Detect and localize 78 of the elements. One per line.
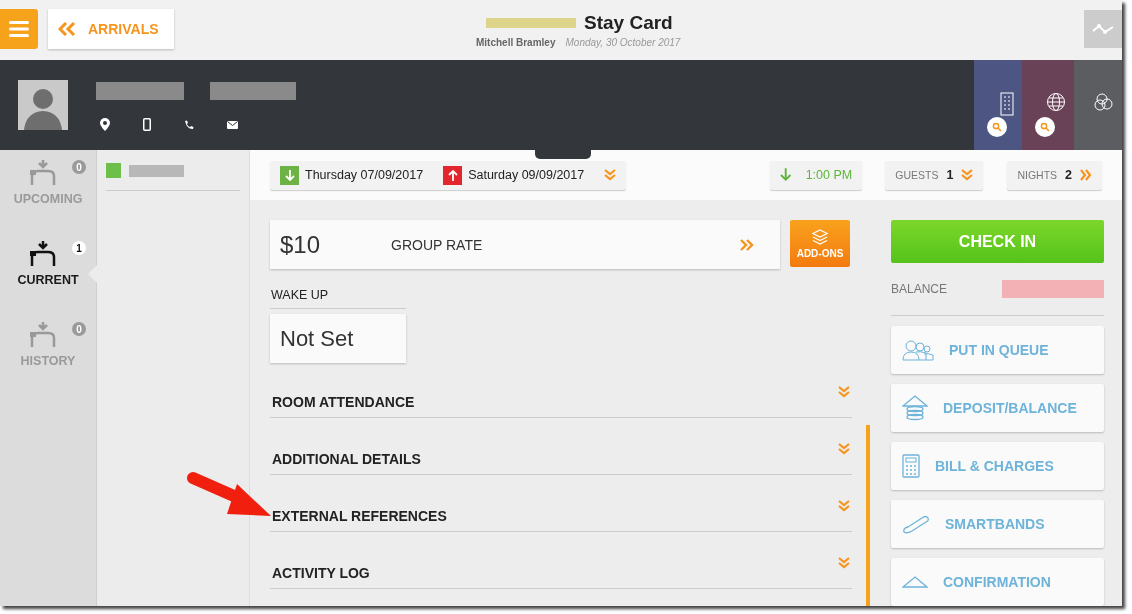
nights-button[interactable]: NIGHTS 2 [1007,160,1102,190]
rate-name: GROUP RATE [391,236,484,253]
nav-tab[interactable]: 1 CURRENT [0,231,96,312]
wake-up-field[interactable]: Not Set [270,314,406,363]
bed-icon [29,322,57,348]
departure-date: Saturday 09/09/2017 [468,168,585,182]
user-name: Mitchell Bramley [476,37,556,48]
expand-icon [961,169,974,181]
section-title: ADDITIONAL DETAILS [272,451,421,467]
section-header[interactable]: ADDITIONAL DETAILS [270,418,852,475]
action-button[interactable]: DEPOSIT/BALANCE [891,384,1104,432]
add-ons-button[interactable]: ADD-ONS [790,220,850,267]
departure-icon [443,165,463,185]
avatar-silhouette [18,80,68,130]
nav-label: CURRENT [17,273,79,287]
count-badge: 1 [72,241,86,255]
mail-icon[interactable] [227,120,238,129]
check-in-button[interactable]: CHECK IN [891,220,1104,264]
search-icon[interactable] [1035,117,1055,137]
down-arrow-icon [780,168,792,182]
section-title: ROOM ATTENDANCE [272,394,415,410]
double-chevron-left-icon [58,22,76,36]
bed-icon [29,160,57,186]
coins-icon [902,395,928,421]
forward-icon [740,238,754,251]
status-square [106,163,121,178]
menu-icon [9,20,29,38]
expand-icon [838,386,850,398]
line-graph-icon [1092,23,1114,35]
section-title: EXTERNAL REFERENCES [272,508,447,524]
triangle-icon [902,576,928,588]
balance-label: BALANCE [891,282,948,297]
bed-icon [29,241,57,267]
action-button[interactable]: BILL & CHARGES [891,442,1104,490]
globe-tab[interactable] [1022,60,1074,150]
date-text: Monday, 30 October 2017 [565,37,681,48]
building-icon [1000,92,1014,116]
band-icon [902,514,930,534]
calculator-icon [902,454,920,478]
nav-label: UPCOMING [13,192,83,206]
phone-icon[interactable] [184,119,194,130]
guests-button[interactable]: GUESTS 1 [885,160,984,190]
people-icon [902,339,934,361]
search-icon[interactable] [987,117,1007,137]
location-pin-icon[interactable] [100,118,110,131]
count-badge: 0 [72,322,86,336]
nav-tab[interactable]: 0 UPCOMING [0,150,96,231]
page-title: Stay Card [584,12,673,34]
action-button[interactable]: SMARTBANDS [891,500,1104,548]
expand-icon [838,557,850,569]
mobile-phone-icon[interactable] [143,118,151,131]
layers-icon [812,228,828,245]
building-tab[interactable] [974,60,1022,150]
globe-icon [1046,92,1066,112]
section-header[interactable]: ACTIVITY LOG [270,532,852,589]
arrival-date: Thursday 07/09/2017 [305,168,424,182]
expand-icon [604,169,617,181]
expand-icon [838,443,850,455]
rate-amount: $10 [280,230,322,259]
action-button[interactable]: PUT IN QUEUE [891,326,1104,374]
section-header[interactable]: EXTERNAL REFERENCES [270,475,852,532]
wake-up-label: WAKE UP [270,269,406,309]
action-button[interactable]: CONFIRMATION [891,558,1104,606]
circles-icon [1094,92,1114,112]
count-badge: 0 [72,160,86,174]
nav-tab[interactable]: 0 HISTORY [0,312,96,393]
section-header[interactable]: ROOM ATTENDANCE [270,381,852,418]
section-title: ACTIVITY LOG [272,565,370,581]
arrival-time-button[interactable]: 1:00 PM [770,160,863,190]
blurred-name [129,165,184,177]
stay-dates-button[interactable]: Thursday 07/09/2017 Saturday 09/09/2017 [270,160,627,190]
arrival-icon [280,165,299,185]
back-button[interactable]: ARRIVALS [48,9,174,49]
expand-icon [838,500,850,512]
nav-label: HISTORY [20,354,76,368]
rate-card[interactable]: $10 GROUP RATE [270,220,780,269]
forward-icon [1080,169,1092,181]
drawer-handle[interactable] [535,147,591,159]
